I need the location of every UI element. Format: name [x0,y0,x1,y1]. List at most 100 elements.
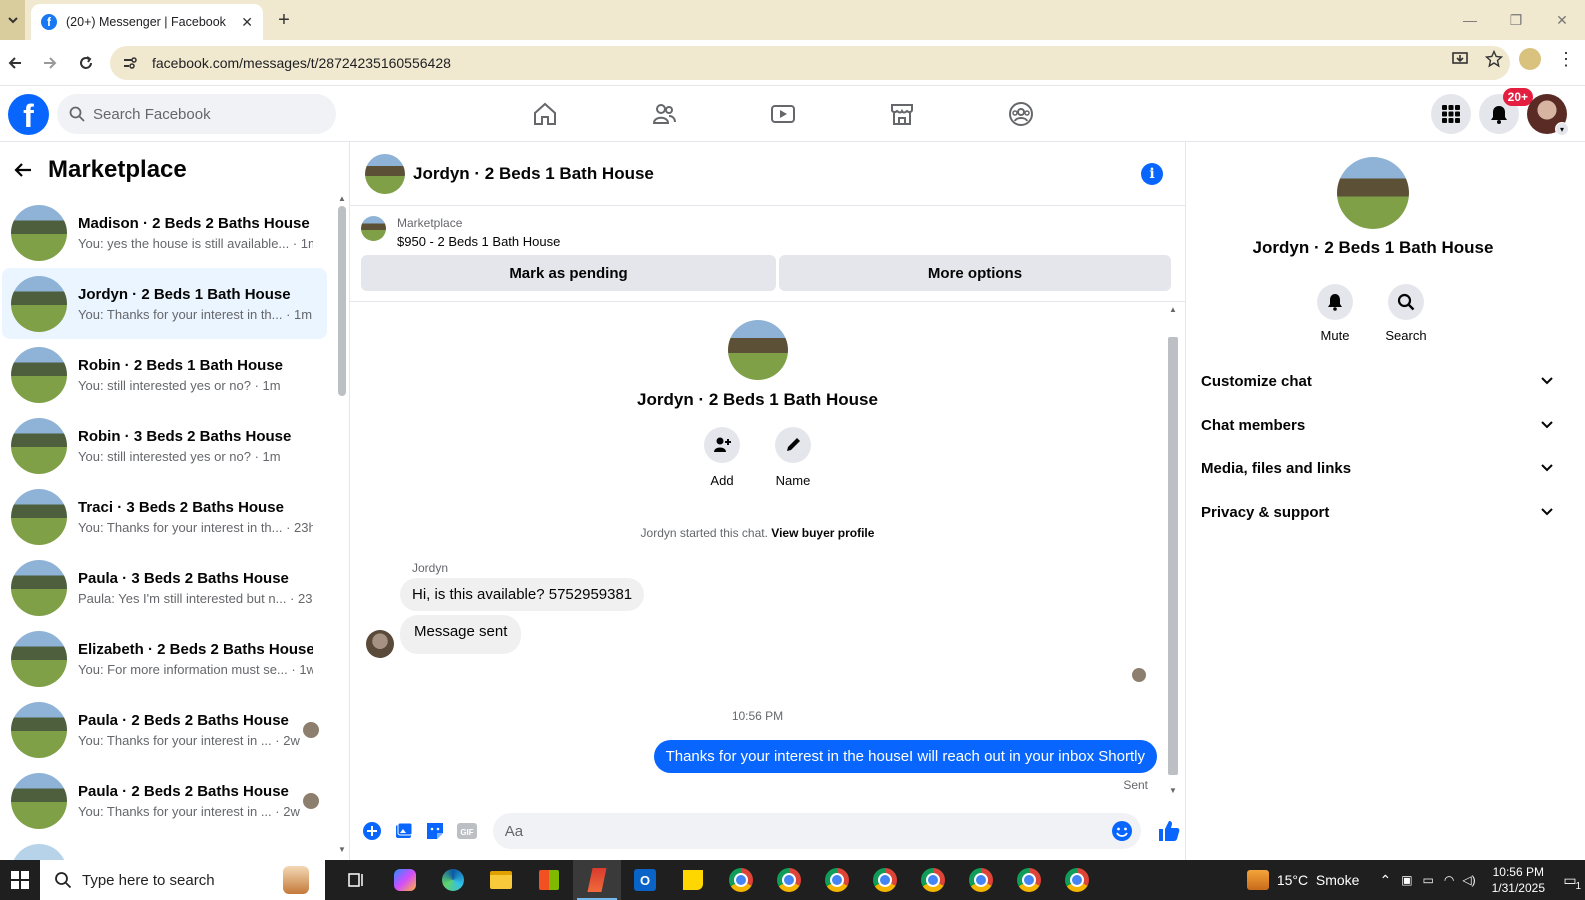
conversation-item-active[interactable]: Jordyn · 2 Beds 1 Bath House You: Thanks … [2,268,327,339]
store-app[interactable] [525,860,573,900]
browser-tab[interactable]: f (20+) Messenger | Facebook ✕ [31,4,263,40]
edge-app[interactable] [429,860,477,900]
facebook-search[interactable] [57,94,336,134]
conversation-item[interactable]: Madison · 2 Beds 2 Baths House You: yes t… [2,197,327,268]
more-actions-button[interactable] [356,815,388,847]
conversation-item[interactable]: Elizabeth · 2 Beds 2 Baths House You: For… [2,623,327,694]
account-avatar[interactable]: ▾ [1527,94,1569,136]
view-buyer-profile-link[interactable]: View buyer profile [771,526,874,540]
search-in-chat-button[interactable]: Search [1376,284,1436,343]
back-arrow-icon[interactable] [14,162,32,178]
new-tab-button[interactable]: + [272,9,296,33]
chrome-window[interactable] [957,860,1005,900]
listing-thumbnail[interactable] [361,216,386,241]
browser-menu-icon[interactable]: ⋮ [1557,49,1575,70]
message-bubble-outgoing[interactable]: Thanks for your interest in the houseI w… [653,740,1157,773]
bookmark-star-icon[interactable] [1485,50,1503,68]
minimize-button[interactable]: — [1447,0,1493,40]
scroll-up-icon[interactable]: ▲ [338,194,346,203]
attach-photo-button[interactable] [388,815,420,847]
conversation-item[interactable]: Paula · 3 Beds 2 Baths House Paula: Yes I… [2,552,327,623]
message-input[interactable] [504,822,1095,840]
sender-avatar[interactable] [366,630,394,658]
nav-friends[interactable] [604,86,723,142]
chrome-window[interactable] [765,860,813,900]
nav-groups[interactable] [961,86,1080,142]
install-app-icon[interactable] [1451,50,1469,68]
chrome-window[interactable] [1005,860,1053,900]
task-view-button[interactable] [333,860,381,900]
chat-members-section[interactable]: Chat members [1201,407,1553,443]
name-chat-button[interactable]: Name [768,427,818,488]
chat-title[interactable]: Jordyn · 2 Beds 1 Bath House [413,164,654,184]
chat-avatar[interactable] [365,153,405,194]
reload-button[interactable] [73,50,99,76]
like-button[interactable] [1153,815,1185,847]
pinned-app-active[interactable] [573,860,621,900]
facebook-logo[interactable]: f [8,94,49,135]
message-bubble-incoming[interactable]: Message sent [400,615,522,654]
scrollbar-thumb[interactable] [338,206,346,396]
volume-icon[interactable]: ◁) [1462,873,1475,887]
sidebar-scrollbar[interactable]: ▲ ▼ [336,194,348,854]
menu-button[interactable] [1431,94,1471,134]
sticker-button[interactable] [419,815,451,847]
chrome-window[interactable] [861,860,909,900]
mute-button[interactable]: Mute [1305,284,1365,343]
file-explorer-app[interactable] [477,860,525,900]
more-options-button[interactable]: More options [779,255,1171,291]
privacy-support-section[interactable]: Privacy & support [1201,494,1553,530]
taskbar-search-input[interactable] [82,871,282,889]
chrome-window[interactable] [909,860,957,900]
mark-as-pending-button[interactable]: Mark as pending [361,255,776,291]
copilot-app[interactable] [381,860,429,900]
details-avatar[interactable] [1337,157,1409,229]
start-button[interactable] [0,860,40,900]
forward-button[interactable] [37,50,63,76]
customize-chat-section[interactable]: Customize chat [1201,363,1553,399]
omnibox[interactable]: facebook.com/messages/t/2872423516055642… [110,46,1510,80]
chrome-window[interactable] [813,860,861,900]
message-bubble-incoming[interactable]: Hi, is this available? 5752959381 [400,578,645,611]
nav-video[interactable] [723,86,842,142]
conversation-item-partial[interactable] [2,836,327,860]
tab-close-icon[interactable]: ✕ [241,14,253,31]
notifications-button[interactable]: 20+ [1479,88,1533,134]
network-icon[interactable]: ◠ [1444,873,1454,887]
scrollbar-thumb[interactable] [1168,337,1178,775]
nav-marketplace[interactable] [842,86,961,142]
chrome-window[interactable] [1053,860,1101,900]
browser-profile-avatar[interactable] [1519,48,1541,70]
tab-search-button[interactable] [0,0,25,40]
meet-now-icon[interactable]: ▣ [1401,873,1412,887]
weather-text[interactable]: 15°C Smoke [1277,872,1360,888]
scroll-up-icon[interactable]: ▲ [1169,305,1177,314]
outlook-app[interactable]: O [621,860,669,900]
media-files-links-section[interactable]: Media, files and links [1201,450,1553,486]
chat-scrollbar[interactable]: ▲ ▼ [1166,305,1180,795]
show-hidden-icons-icon[interactable]: ⌃ [1379,872,1391,889]
conversation-item[interactable]: Traci · 3 Beds 2 Baths House You: Thanks … [2,481,327,552]
notification-center-button[interactable]: ▭ 1 [1555,860,1585,900]
taskbar-search[interactable] [40,860,325,900]
nav-home[interactable] [485,86,604,142]
listing-title[interactable]: $950 - 2 Beds 1 Bath House [397,234,560,249]
restore-button[interactable]: ❐ [1493,0,1539,40]
facebook-search-input[interactable] [93,105,313,123]
gif-button[interactable]: GIF [451,815,483,847]
chrome-window[interactable] [717,860,765,900]
sticky-notes-app[interactable] [669,860,717,900]
conversation-item[interactable]: Paula · 2 Beds 2 Baths House You: Thanks … [2,765,327,836]
scroll-down-icon[interactable]: ▼ [1169,786,1177,795]
clock[interactable]: 10:56 PM 1/31/2025 [1492,864,1545,896]
battery-icon[interactable]: ▭ [1423,873,1434,887]
close-window-button[interactable]: ✕ [1539,0,1585,40]
conversation-item[interactable]: Robin · 2 Beds 1 Bath House You: still in… [2,339,327,410]
add-people-button[interactable]: Add [697,427,747,488]
scroll-down-icon[interactable]: ▼ [338,845,346,854]
emoji-button[interactable] [1111,820,1133,842]
conversation-item[interactable]: Paula · 2 Beds 2 Baths House You: Thanks … [2,694,327,765]
conversation-item[interactable]: Robin · 3 Beds 2 Baths House You: still i… [2,410,327,481]
weather-icon[interactable] [1246,870,1269,890]
back-button[interactable] [2,50,28,76]
